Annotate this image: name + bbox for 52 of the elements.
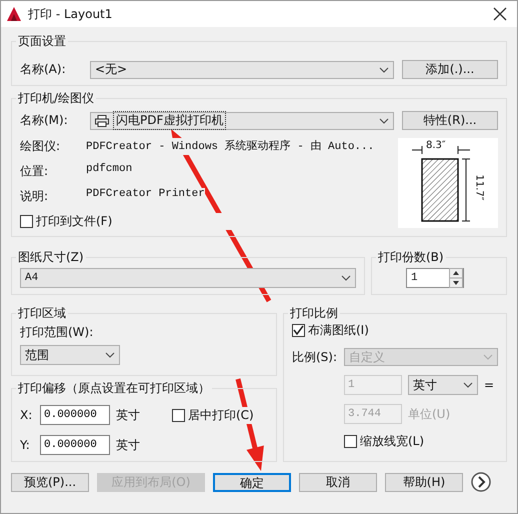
properties-button[interactable]: 特性(R)... xyxy=(402,111,498,130)
field-label: X: xyxy=(20,408,34,422)
unit-label: 英寸 xyxy=(116,436,141,454)
dropdown[interactable]: A4 xyxy=(20,268,356,288)
window-title: 打印 - Layout1 xyxy=(28,6,114,22)
info-label: 说明: xyxy=(20,188,50,205)
group-title: 图纸尺寸(Z) xyxy=(17,249,85,266)
input-field[interactable]: 0.000000 xyxy=(40,435,110,455)
chevron-icon xyxy=(341,275,351,281)
height-dimension: 11.7″ xyxy=(474,174,484,200)
chevron-icon xyxy=(379,118,389,124)
dialog-button[interactable]: 确定 xyxy=(213,472,291,492)
dialog-button[interactable]: 预览(P)... xyxy=(11,472,89,492)
field-label: 比例(S): xyxy=(292,348,338,366)
field-label: 名称(A): xyxy=(20,61,67,78)
app-logo-icon xyxy=(6,6,22,22)
equals-sign: = xyxy=(484,378,494,392)
width-dimension: 8.3″ xyxy=(426,140,446,151)
center-plot-checkbox[interactable]: 居中打印(C) xyxy=(172,406,254,424)
chevron-icon xyxy=(105,352,115,358)
info-value: PDFCreator - Windows 系统驱动程序 - 由 Auto... xyxy=(86,138,374,155)
group-title: 打印份数(B) xyxy=(377,249,445,266)
dropdown[interactable]: 范围 xyxy=(20,345,120,365)
dropdown-value: A4 xyxy=(25,272,38,284)
dropdown[interactable]: <无> xyxy=(90,60,394,78)
printer-icon xyxy=(95,114,109,126)
info-label: 位置: xyxy=(20,163,50,180)
chevron-icon xyxy=(463,382,473,388)
field-label: 打印范围(W): xyxy=(20,324,94,341)
close-icon[interactable] xyxy=(493,7,507,21)
unit-label: 单位(U) xyxy=(408,406,450,422)
group-title: 打印比例 xyxy=(289,305,339,322)
input-field[interactable]: 0.000000 xyxy=(40,405,110,425)
group-title: 打印区域 xyxy=(17,305,67,322)
dialog-button[interactable]: 取消 xyxy=(299,472,377,492)
unit-label: 英寸 xyxy=(116,406,141,424)
chevron-icon xyxy=(379,66,389,72)
add-button[interactable]: 添加(.)... xyxy=(402,60,498,79)
checkmark-icon xyxy=(293,325,304,336)
field-label: Y: xyxy=(20,438,31,452)
spin-arrows-icon[interactable] xyxy=(449,268,463,288)
dropdown[interactable]: 闪电PDF虚拟打印机 xyxy=(90,112,394,130)
field-label: 名称(M): xyxy=(20,112,69,129)
copies-spinner[interactable]: 1 xyxy=(406,268,464,288)
info-label: 绘图仪: xyxy=(20,138,62,155)
group-title: 打印偏移（原点设置在可打印区域） xyxy=(17,380,211,397)
group-title: 打印机/绘图仪 xyxy=(17,90,96,107)
chevron-icon xyxy=(483,354,493,360)
dialog-button[interactable]: 帮助(H) xyxy=(385,472,463,492)
group-title: 页面设置 xyxy=(17,33,67,50)
expand-icon[interactable] xyxy=(471,472,491,492)
dropdown-value: 闪电PDF虚拟打印机 xyxy=(113,111,226,130)
